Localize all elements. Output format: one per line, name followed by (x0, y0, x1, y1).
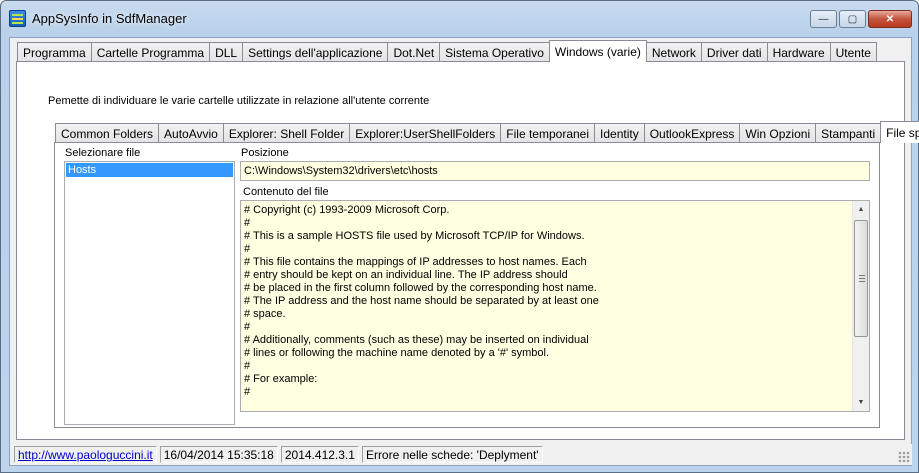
title-bar[interactable]: AppSysInfo in SdfManager — ▢ ✕ (1, 1, 918, 37)
status-datetime: 16/04/2014 15:35:18 (159, 446, 278, 463)
content-line: # (244, 217, 251, 229)
maximize-button[interactable]: ▢ (839, 10, 866, 28)
content-line: # For example: (244, 373, 318, 385)
app-window: AppSysInfo in SdfManager — ▢ ✕ Programma… (0, 0, 919, 473)
tab-windows-varie[interactable]: Windows (varie) (548, 40, 647, 62)
content-line: # Copyright (c) 1993-2009 Microsoft Corp… (244, 204, 450, 216)
position-label: Posizione (241, 147, 289, 159)
minimize-button[interactable]: — (810, 10, 837, 28)
tab-utente[interactable]: Utente (829, 42, 877, 62)
content-line: # (244, 321, 251, 333)
status-bar: http://www.paologuccini.it 16/04/2014 15… (11, 444, 912, 465)
client-area: Programma Cartelle Programma DLL Settings d… (9, 37, 919, 466)
status-version: 2014.412.3.1 (280, 446, 359, 463)
scroll-grip-icon (859, 275, 865, 282)
window-title: AppSysInfo in SdfManager (32, 11, 187, 26)
main-tab-strip: Programma Cartelle Programma DLL Settings d… (17, 40, 877, 62)
subtab-file-temporanei[interactable]: File temporanei (500, 123, 596, 143)
app-icon[interactable] (9, 10, 26, 27)
resize-grip-icon[interactable] (898, 451, 910, 463)
caption-buttons: — ▢ ✕ (808, 10, 912, 28)
tab-sistema-operativo[interactable]: Sistema Operativo (439, 42, 550, 62)
tab-cartelle-programma[interactable]: Cartelle Programma (90, 42, 211, 62)
file-content-textbox[interactable]: # Copyright (c) 1993-2009 Microsoft Corp… (240, 200, 870, 412)
subtab-win-opzioni[interactable]: Win Opzioni (739, 123, 817, 143)
file-listbox[interactable]: Hosts (64, 161, 235, 425)
windows-varie-panel: Pemette di individuare le varie cartelle… (16, 61, 919, 440)
content-line: # Additionally, comments (such as these)… (244, 334, 589, 346)
content-line: # (244, 243, 251, 255)
close-button[interactable]: ✕ (868, 10, 912, 28)
list-item[interactable]: Hosts (66, 163, 233, 177)
content-line: # (244, 386, 251, 398)
tab-network[interactable]: Network (645, 42, 702, 62)
subtab-explorer-shell-folder[interactable]: Explorer: Shell Folder (222, 123, 351, 143)
content-label: Contenuto del file (243, 186, 329, 198)
tab-hardware[interactable]: Hardware (766, 42, 831, 62)
vertical-scrollbar[interactable]: ▲ ▼ (852, 201, 869, 411)
tab-settings-dell-applicazione[interactable]: Settings dell'applicazione (242, 42, 389, 62)
content-line: # This file contains the mappings of IP … (244, 256, 587, 268)
subtab-stampanti[interactable]: Stampanti (815, 123, 882, 143)
select-file-label: Selezionare file (65, 147, 141, 159)
subtab-outlookexpress[interactable]: OutlookExpress (643, 123, 741, 143)
tab-driver-dati[interactable]: Driver dati (700, 42, 768, 62)
panel-description: Pemette di individuare le varie cartelle… (48, 95, 430, 107)
scroll-up-arrow-icon[interactable]: ▲ (853, 201, 869, 218)
content-line: # This is a sample HOSTS file used by Mi… (244, 230, 585, 242)
subtab-autoavvio[interactable]: AutoAvvio (158, 123, 224, 143)
status-message: Errore nelle schede: 'Deplyment' (361, 446, 543, 463)
content-line: # lines or following the machine name de… (244, 347, 550, 359)
subtab-explorer-usershellfolders[interactable]: Explorer:UserShellFolders (349, 123, 502, 143)
position-field[interactable]: C:\Windows\System32\drivers\etc\hosts (240, 161, 870, 181)
content-line: # (244, 360, 251, 372)
website-link[interactable]: http://www.paologuccini.it (14, 446, 157, 463)
scroll-thumb[interactable] (854, 220, 868, 337)
subtab-file-speciali[interactable]: File speciali (880, 121, 919, 143)
subtab-identity[interactable]: Identity (594, 123, 645, 143)
tab-programma[interactable]: Programma (17, 42, 92, 62)
content-line: # entry should be kept on an individual … (244, 269, 568, 281)
content-line: # space. (244, 308, 286, 320)
content-line: # The IP address and the host name shoul… (244, 295, 599, 307)
scroll-down-arrow-icon[interactable]: ▼ (853, 394, 869, 411)
tab-dot-net[interactable]: Dot.Net (387, 42, 441, 62)
sub-tab-strip: Common Folders AutoAvvio Explorer: Shell F… (55, 121, 919, 143)
subtab-common-folders[interactable]: Common Folders (55, 123, 160, 143)
content-line: # be placed in the first column followed… (244, 282, 597, 294)
tab-dll[interactable]: DLL (209, 42, 244, 62)
file-content-text: # Copyright (c) 1993-2009 Microsoft Corp… (244, 204, 849, 399)
